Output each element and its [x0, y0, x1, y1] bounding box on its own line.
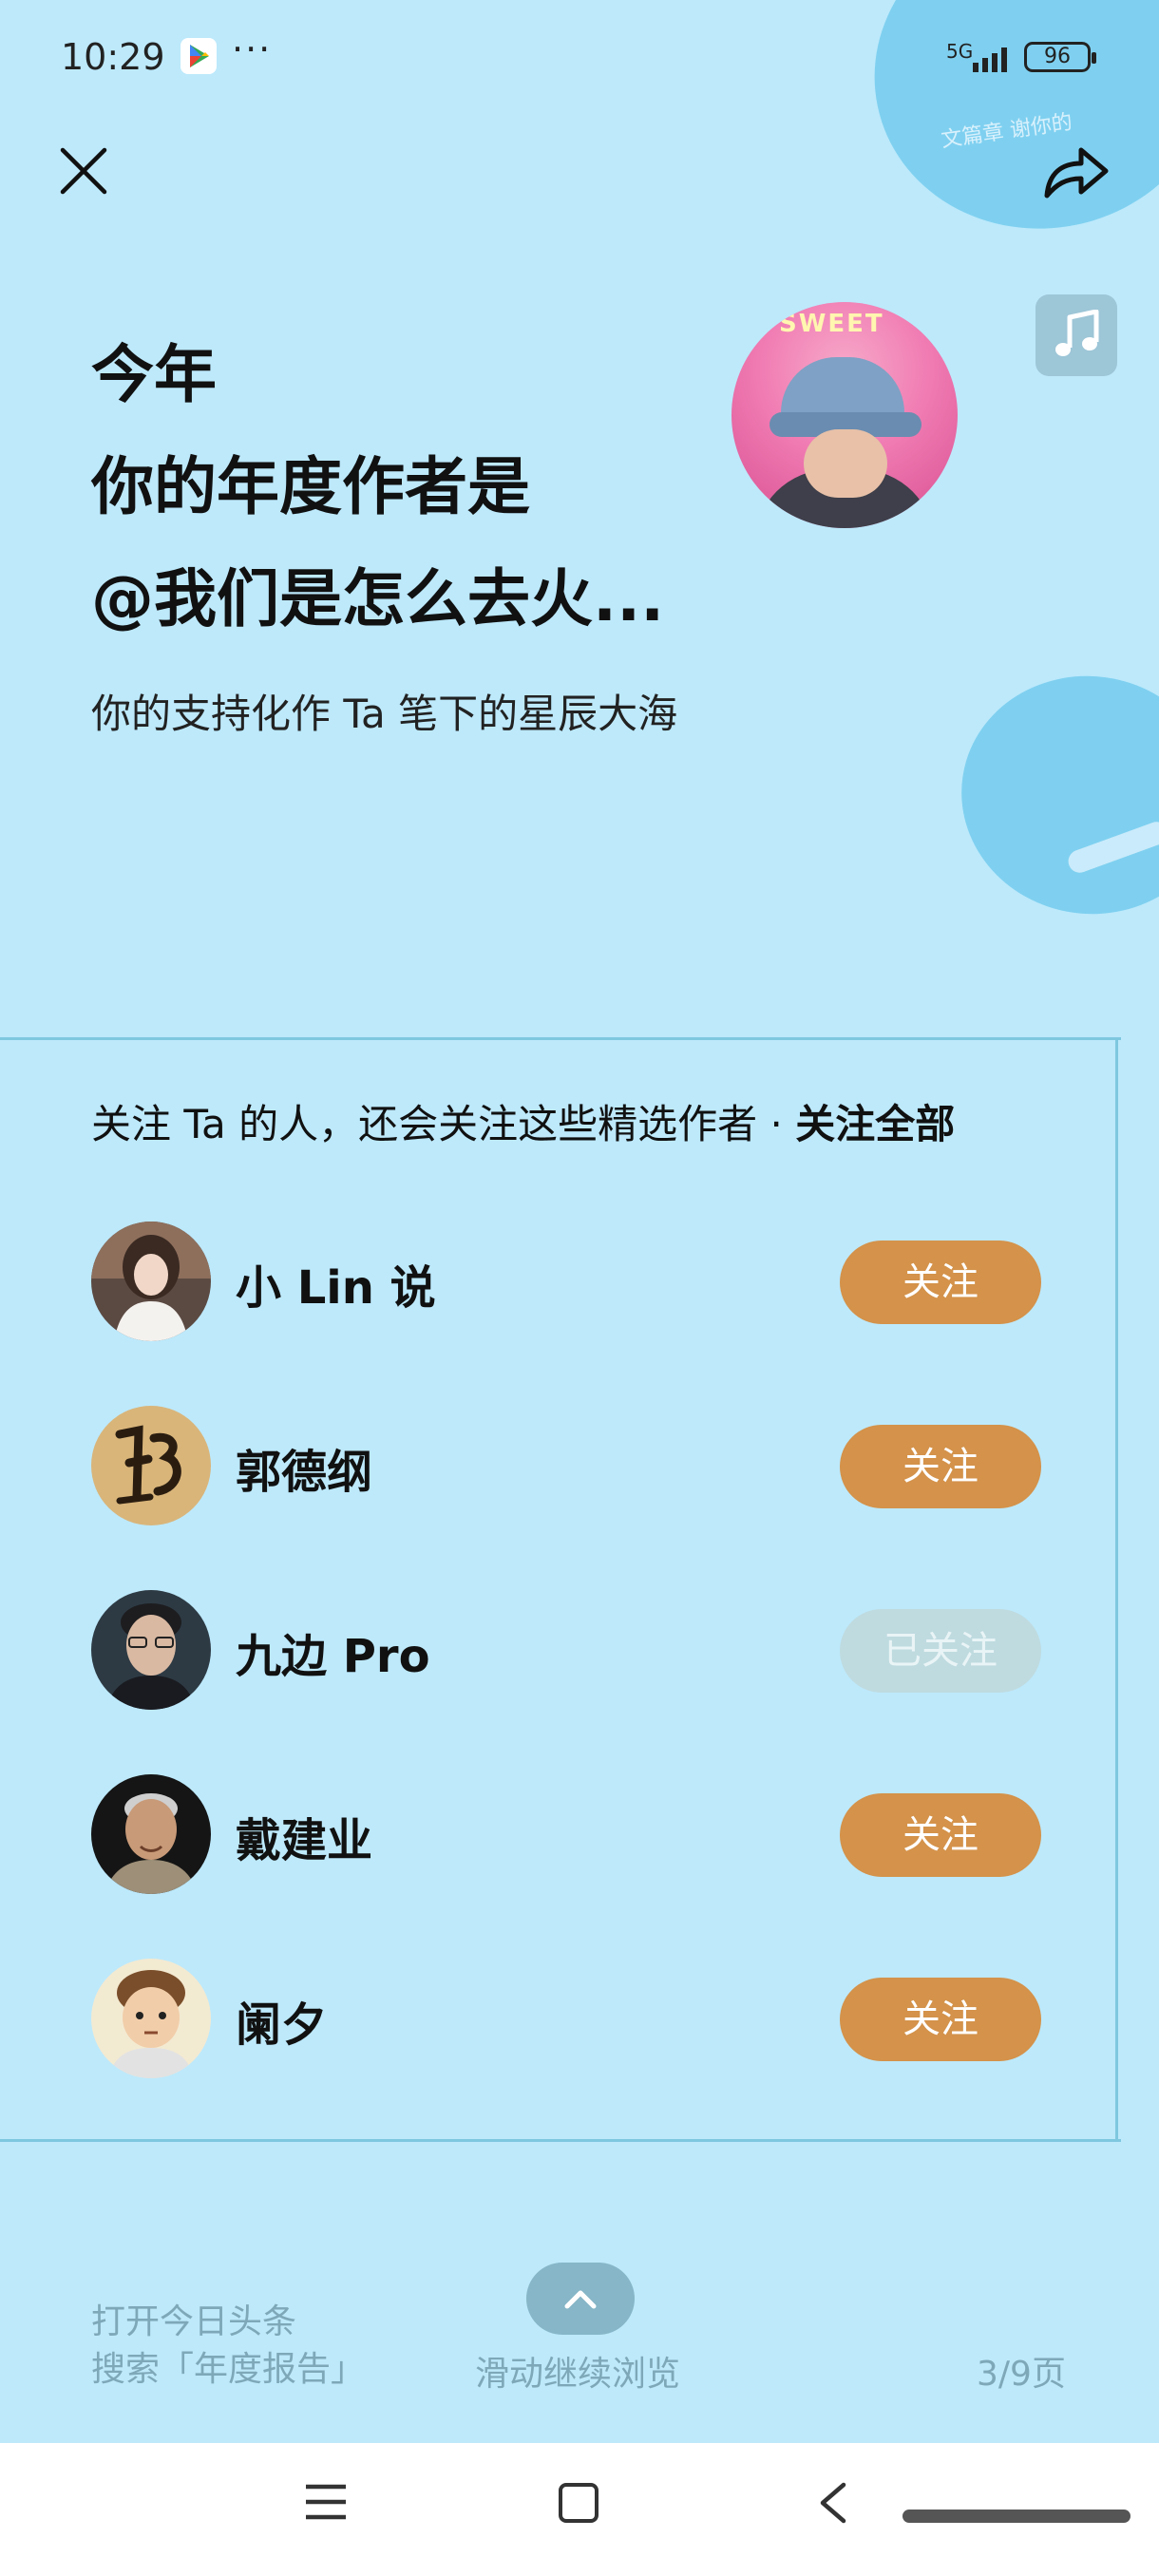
play-store-icon [180, 38, 217, 74]
follow-button[interactable]: 关注 [840, 1793, 1041, 1877]
share-icon [1044, 147, 1109, 199]
status-time: 10:29 [61, 36, 165, 78]
list-item: 九边 Pro 已关注 [91, 1590, 1041, 1710]
headline-line-1: 今年 [91, 338, 217, 411]
author-name: 郭德纲 [236, 1446, 373, 1499]
author-name: 九边 Pro [236, 1630, 430, 1683]
footer-hint: 打开今日头条 搜索「年度报告」 [91, 2299, 365, 2394]
author-name: 小 Lin 说 [236, 1261, 436, 1315]
status-more-icon: ··· [232, 28, 273, 70]
signal-icon [971, 44, 1016, 76]
close-icon [60, 147, 107, 195]
section-divider-top [0, 1037, 1121, 1040]
menu-button[interactable] [304, 2481, 348, 2527]
swipe-hint: 滑动继续浏览 [475, 2355, 681, 2394]
subtitle: 你的支持化作 Ta 笔下的星辰大海 [91, 691, 678, 737]
recommend-title-text: 关注 Ta 的人，还会关注这些精选作者 · [91, 1101, 796, 1147]
menu-icon [306, 2484, 346, 2520]
annual-author-avatar[interactable]: SWEET [732, 302, 958, 528]
share-button[interactable] [1037, 133, 1113, 209]
author-name: 戴建业 [236, 1814, 373, 1867]
follow-button[interactable]: 关注 [840, 1425, 1041, 1508]
page-indicator: 3/9页 [977, 2355, 1066, 2394]
list-item: 小 Lin 说 关注 [91, 1222, 1041, 1341]
close-button[interactable] [55, 142, 112, 199]
recommend-title: 关注 Ta 的人，还会关注这些精选作者 · 关注全部 [91, 1092, 955, 1150]
follow-button[interactable]: 关注 [840, 1978, 1041, 2061]
avatar-sweet-text: SWEET [779, 310, 884, 338]
headline-line-2: 你的年度作者是 [91, 450, 530, 523]
chevron-up-icon [564, 2290, 597, 2309]
list-item: 郭德纲 关注 [91, 1406, 1041, 1525]
music-button[interactable] [1036, 294, 1117, 376]
decorative-blob-middle [945, 659, 1159, 931]
back-icon [820, 2482, 846, 2524]
section-divider-right [1115, 1037, 1118, 2141]
page-title: 今年 你的年度作者是 @我们是怎么去火... [91, 319, 664, 655]
avatar[interactable] [91, 1590, 211, 1710]
followed-button[interactable]: 已关注 [840, 1609, 1041, 1693]
follow-button[interactable]: 关注 [840, 1241, 1041, 1324]
avatar[interactable] [91, 1406, 211, 1525]
avatar[interactable] [91, 1222, 211, 1341]
footer-hint-line-1: 打开今日头条 [91, 2302, 297, 2341]
avatar[interactable] [91, 1959, 211, 2078]
system-navigation-bar [0, 2443, 1159, 2576]
footer-hint-line-2: 搜索「年度报告」 [91, 2350, 366, 2389]
back-button[interactable] [815, 2479, 849, 2530]
section-divider-bottom [0, 2139, 1121, 2142]
scroll-up-button[interactable] [526, 2263, 635, 2335]
battery-icon: 96 [1024, 42, 1096, 72]
list-item: 戴建业 关注 [91, 1774, 1041, 1894]
headline-line-3[interactable]: @我们是怎么去火... [91, 543, 664, 655]
list-item: 阑夕 关注 [91, 1959, 1041, 2078]
network-type: 5G [946, 40, 974, 63]
home-button[interactable] [559, 2483, 598, 2523]
author-name: 阑夕 [236, 1998, 328, 2052]
music-note-icon [1055, 310, 1099, 356]
avatar[interactable] [91, 1774, 211, 1894]
gesture-bar[interactable] [902, 2510, 1130, 2523]
follow-all-link[interactable]: 关注全部 [795, 1101, 955, 1147]
